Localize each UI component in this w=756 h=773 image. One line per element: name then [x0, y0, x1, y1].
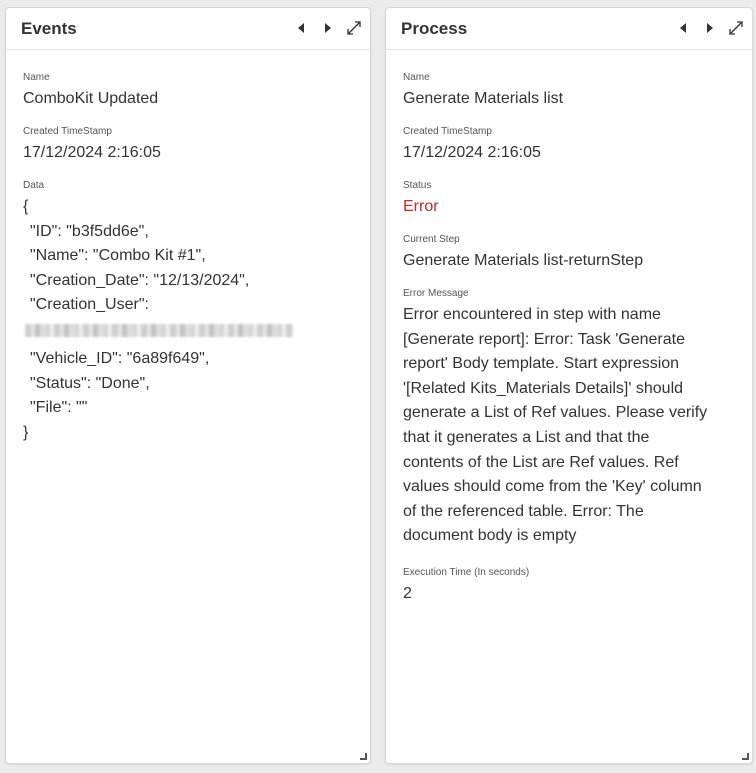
process-panel: Process Name Generate Materials list Cre…	[385, 7, 753, 764]
error-message-line: generate a List of Ref values. Please ve…	[403, 404, 708, 422]
caret-right-icon[interactable]	[700, 19, 718, 37]
process-name-label: Name	[403, 72, 430, 83]
caret-left-icon[interactable]	[293, 19, 311, 37]
caret-left-icon[interactable]	[675, 19, 693, 37]
events-panel: Events Name ComboKit Updated Created Tim…	[5, 7, 371, 764]
process-created-value: 17/12/2024 2:16:05	[403, 144, 541, 161]
json-line-status: "Status": "Done",	[30, 374, 150, 392]
json-open-brace: {	[23, 198, 29, 215]
process-created-label: Created TimeStamp	[403, 126, 492, 137]
events-created-label: Created TimeStamp	[23, 126, 112, 137]
process-created-field: Created TimeStamp 17/12/2024 2:16:05	[403, 126, 752, 162]
events-name-label: Name	[23, 72, 50, 83]
json-line-creation-user: "Creation_User":	[30, 296, 149, 314]
events-panel-title: Events	[21, 19, 77, 38]
redacted-value	[25, 323, 293, 337]
events-name-value: ComboKit Updated	[23, 90, 159, 107]
error-message-line: of the referenced table. Error: The	[403, 502, 644, 520]
resize-grip-icon[interactable]	[360, 753, 367, 760]
process-current-step-value: Generate Materials list-returnStep	[403, 252, 644, 269]
events-data-field: Data { "ID": "b3f5dd6e", "Name": "Combo …	[23, 180, 370, 445]
error-message-line: report' Body template. Start expression	[403, 355, 680, 373]
json-line-name: "Name": "Combo Kit #1",	[30, 247, 206, 265]
process-execution-time-value: 2	[403, 584, 412, 602]
json-close-brace: }	[23, 423, 29, 441]
error-message-line: Error encountered in step with name	[403, 306, 661, 323]
process-panel-header: Process	[386, 8, 752, 50]
events-created-field: Created TimeStamp 17/12/2024 2:16:05	[23, 126, 370, 162]
error-message-line: contents of the List are Ref values. Ref	[403, 453, 679, 471]
process-execution-time-label: Execution Time (In seconds)	[403, 566, 530, 578]
process-error-message-label: Error Message	[403, 288, 469, 299]
process-status-label: Status	[403, 180, 432, 191]
process-current-step-label: Current Step	[403, 234, 460, 245]
error-message-line: document body is empty	[403, 527, 577, 545]
events-data-label: Data	[23, 180, 45, 191]
process-error-message-field: Error Message Error encountered in step …	[403, 288, 752, 549]
json-line-vehicle-id: "Vehicle_ID": "6a89f649",	[30, 349, 210, 367]
process-status-value: Error	[403, 198, 439, 215]
process-current-step-field: Current Step Generate Materials list-ret…	[403, 234, 752, 270]
events-panel-header: Events	[6, 8, 370, 50]
error-message-line: '[Related Kits_Materials Details]' shoul…	[403, 379, 684, 397]
process-name-value: Generate Materials list	[403, 90, 564, 107]
process-name-field: Name Generate Materials list	[403, 72, 752, 108]
caret-right-icon[interactable]	[318, 19, 336, 37]
events-panel-body: Name ComboKit Updated Created TimeStamp …	[6, 50, 370, 445]
error-message-line: [Generate report]: Error: Task 'Generate	[403, 330, 685, 348]
json-line-id: "ID": "b3f5dd6e",	[30, 222, 149, 240]
error-message-line: values should come from the 'Key' column	[403, 478, 702, 496]
expand-icon[interactable]	[727, 19, 745, 37]
process-panel-title: Process	[401, 19, 468, 38]
process-error-message-value: Error encountered in step with name [Gen…	[403, 303, 752, 549]
json-line-creation-date: "Creation_Date": "12/13/2024",	[30, 271, 250, 289]
events-created-value: 17/12/2024 2:16:05	[23, 144, 161, 161]
process-panel-body: Name Generate Materials list Created Tim…	[386, 50, 752, 603]
error-message-line: that it generates a List and that the	[403, 428, 650, 446]
process-execution-time-field: Execution Time (In seconds) 2	[403, 567, 752, 603]
expand-icon[interactable]	[345, 19, 363, 37]
events-name-field: Name ComboKit Updated	[23, 72, 370, 108]
process-status-field: Status Error	[403, 180, 752, 216]
resize-grip-icon[interactable]	[742, 753, 749, 760]
events-data-json: { "ID": "b3f5dd6e", "Name": "Combo Kit #…	[23, 195, 370, 445]
json-line-file: "File": ""	[30, 399, 88, 417]
